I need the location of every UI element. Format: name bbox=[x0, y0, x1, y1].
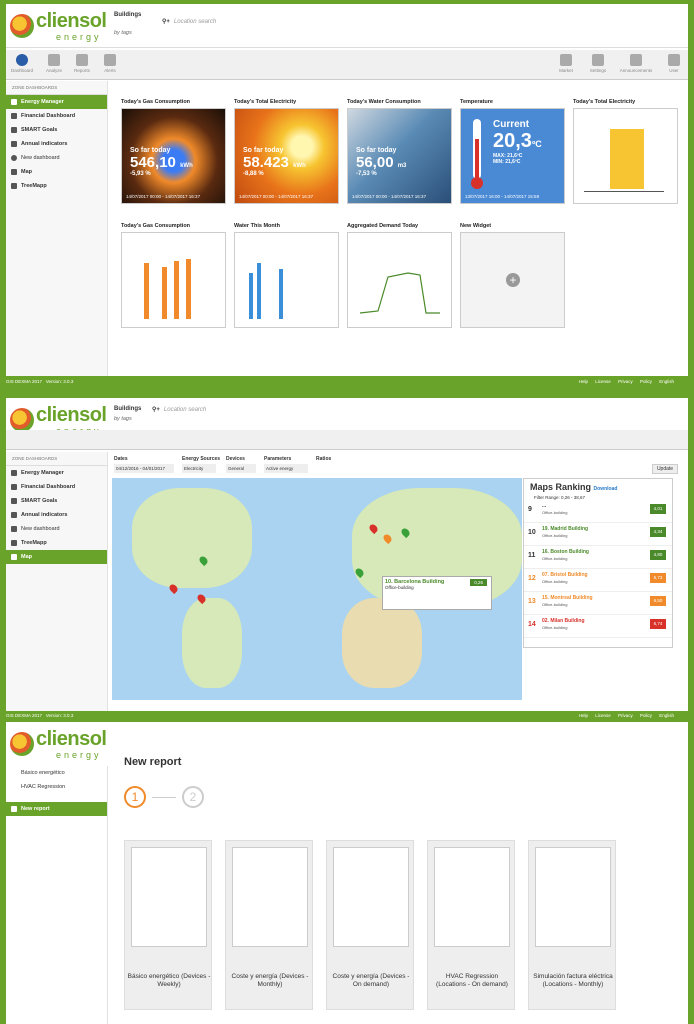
devices-label: Devices bbox=[226, 456, 245, 462]
building-popup[interactable]: 10. Barcelona Building Office-building 0,2… bbox=[382, 576, 492, 610]
by-tags-link-2[interactable]: by tags bbox=[114, 416, 132, 422]
logo-3[interactable]: cliensol energy bbox=[8, 726, 110, 764]
widget-gas[interactable]: Today's Gas Consumption So far today 546,… bbox=[121, 97, 228, 207]
map-screen: cliensolenergy Buildings by tags ⚲+Locat… bbox=[6, 398, 688, 711]
widget-temperature[interactable]: Temperature Current 20,3ºC MAX: 21,6ºC MIN:… bbox=[460, 97, 567, 207]
update-button[interactable]: Update bbox=[652, 464, 678, 474]
sidebar-item-financial[interactable]: Financial Dashboard bbox=[6, 109, 107, 123]
buildings-selector[interactable]: Buildings bbox=[114, 12, 141, 18]
sources-select[interactable]: Electricity bbox=[182, 464, 216, 473]
buildings-selector-2[interactable]: Buildings bbox=[114, 406, 141, 412]
sidebar2-financial[interactable]: Financial Dashboard bbox=[6, 480, 107, 494]
rank-row[interactable]: 12 07. Bristol Building Office-building 5,7… bbox=[524, 569, 672, 592]
sources-label: Energy Sources bbox=[182, 456, 221, 462]
widget-electricity[interactable]: Today's Total Electricity So far today 58… bbox=[234, 97, 341, 207]
filters-bar: Dates bbox=[114, 456, 128, 462]
rank-row[interactable]: 10 19. Madrid Building Office-building 4,34 bbox=[524, 523, 672, 546]
market-icon[interactable]: Market bbox=[552, 54, 580, 73]
rank-row[interactable]: 14 02. Milan Building Office-building 6,74 bbox=[524, 615, 672, 638]
reports-icon[interactable]: Reports bbox=[68, 54, 96, 73]
page-title: New report bbox=[124, 756, 182, 768]
top-bar: cliensol energy Buildings by tags ⚲+ Locat… bbox=[6, 4, 688, 48]
tree-item-basico[interactable]: Básico energético bbox=[6, 766, 107, 780]
params-label: Parameters bbox=[264, 456, 292, 462]
footer: GIS DEXMA 2017 Version: 3.0.3 Help Licens… bbox=[0, 376, 694, 388]
report-card[interactable]: Coste y energía (Devices - Monthly) bbox=[225, 840, 313, 1010]
location-search[interactable]: ⚲+ Location search bbox=[162, 18, 216, 25]
sidebar2-annual[interactable]: Annual indicators bbox=[6, 508, 107, 522]
world-map[interactable]: 10. Barcelona Building Office-building 0,2… bbox=[112, 478, 522, 700]
rank-row[interactable]: 13 15. Montreal Building Office-building 6,… bbox=[524, 592, 672, 615]
widget-aggregated-demand[interactable]: Aggregated Demand Today bbox=[347, 221, 454, 331]
zone-dashboards-label: ZONE DASHBOARDS bbox=[6, 81, 107, 95]
widget-water[interactable]: Today's Water Consumption So far today 56… bbox=[347, 97, 454, 207]
dashboard-screen: cliensol energy Buildings by tags ⚲+ Locat… bbox=[6, 4, 688, 376]
step-2[interactable]: 2 bbox=[182, 786, 204, 808]
sidebar2-map[interactable]: Map bbox=[6, 550, 107, 564]
by-tags-link[interactable]: by tags bbox=[114, 30, 132, 36]
widget-water-month[interactable]: Water This Month bbox=[234, 221, 341, 331]
dates-select[interactable]: 04/12/2016 - 04/01/2017 bbox=[114, 464, 174, 473]
sidebar-item-map[interactable]: Map bbox=[6, 165, 107, 179]
sidebar-item-new-dashboard[interactable]: New dashboard bbox=[6, 151, 107, 165]
maps-ranking-panel: Maps Ranking Download Filter Range: 0,26… bbox=[523, 478, 673, 648]
user-icon[interactable]: User bbox=[660, 54, 688, 73]
sidebar2-new[interactable]: New dashboard bbox=[6, 522, 107, 536]
tree-item-hvac[interactable]: HVAC Regression bbox=[6, 780, 107, 794]
devices-select[interactable]: General bbox=[226, 464, 256, 473]
rank-row[interactable]: 11 16. Boston Building Office-building 4,80 bbox=[524, 546, 672, 569]
sidebar-2: ZONE DASHBOARDS Energy Manager Financial… bbox=[6, 452, 108, 711]
footer-2: GIS DEXMA 2017 Version: 3.0.3 Help Licens… bbox=[0, 711, 694, 721]
rank-row[interactable]: 9... Office-building 4,01 bbox=[524, 500, 672, 523]
add-widget-icon[interactable]: + bbox=[506, 273, 520, 287]
icon-bar: Dashboard Analyze Reports Alerts Market … bbox=[6, 50, 688, 80]
new-report-button[interactable]: New report bbox=[6, 802, 107, 816]
announcements-icon[interactable]: Announcements bbox=[618, 54, 654, 73]
sidebar2-energy[interactable]: Energy Manager bbox=[6, 466, 107, 480]
widget-electricity-chart[interactable]: Today's Total Electricity bbox=[573, 97, 680, 207]
reports-screen: cliensol energy Básico energético HVAC Re… bbox=[6, 722, 688, 1024]
sidebar-item-energy-manager[interactable]: Energy Manager bbox=[6, 95, 107, 109]
params-select[interactable]: Active energy bbox=[264, 464, 308, 473]
sidebar-item-treemapp[interactable]: TreeMapp bbox=[6, 179, 107, 193]
icon-bar-2 bbox=[6, 430, 688, 450]
report-card[interactable]: HVAC Regression (Locations - On demand) bbox=[427, 840, 515, 1010]
widget-new[interactable]: New Widget + bbox=[460, 221, 567, 331]
logo[interactable]: cliensol energy bbox=[8, 8, 110, 46]
download-link[interactable]: Download bbox=[594, 486, 618, 492]
report-card[interactable]: Básico energético (Devices - Weekly) bbox=[124, 840, 212, 1010]
settings-icon[interactable]: Settings bbox=[584, 54, 612, 73]
analyze-icon[interactable]: Analyze bbox=[40, 54, 68, 73]
report-card[interactable]: Simulación factura eléctrica (Locations … bbox=[528, 840, 616, 1010]
widget-gas-chart[interactable]: Today's Gas Consumption bbox=[121, 221, 228, 331]
location-search-2[interactable]: ⚲+ Location search bbox=[152, 406, 206, 413]
dashboard-icon[interactable]: Dashboard bbox=[8, 54, 36, 73]
alerts-icon[interactable]: Alerts bbox=[96, 54, 124, 73]
sidebar-item-smart-goals[interactable]: SMART Goals bbox=[6, 123, 107, 137]
report-card[interactable]: Coste y energía (Devices - On demand) bbox=[326, 840, 414, 1010]
step-1[interactable]: 1 bbox=[124, 786, 146, 808]
sidebar: ZONE DASHBOARDS Energy Manager Financial… bbox=[6, 81, 108, 376]
sidebar-item-annual[interactable]: Annual indicators bbox=[6, 137, 107, 151]
sidebar-3: Básico energético HVAC Regression New re… bbox=[6, 766, 108, 1024]
sidebar2-treemapp[interactable]: TreeMapp bbox=[6, 536, 107, 550]
ratios-label: Ratios bbox=[316, 456, 332, 462]
sidebar2-smart[interactable]: SMART Goals bbox=[6, 494, 107, 508]
